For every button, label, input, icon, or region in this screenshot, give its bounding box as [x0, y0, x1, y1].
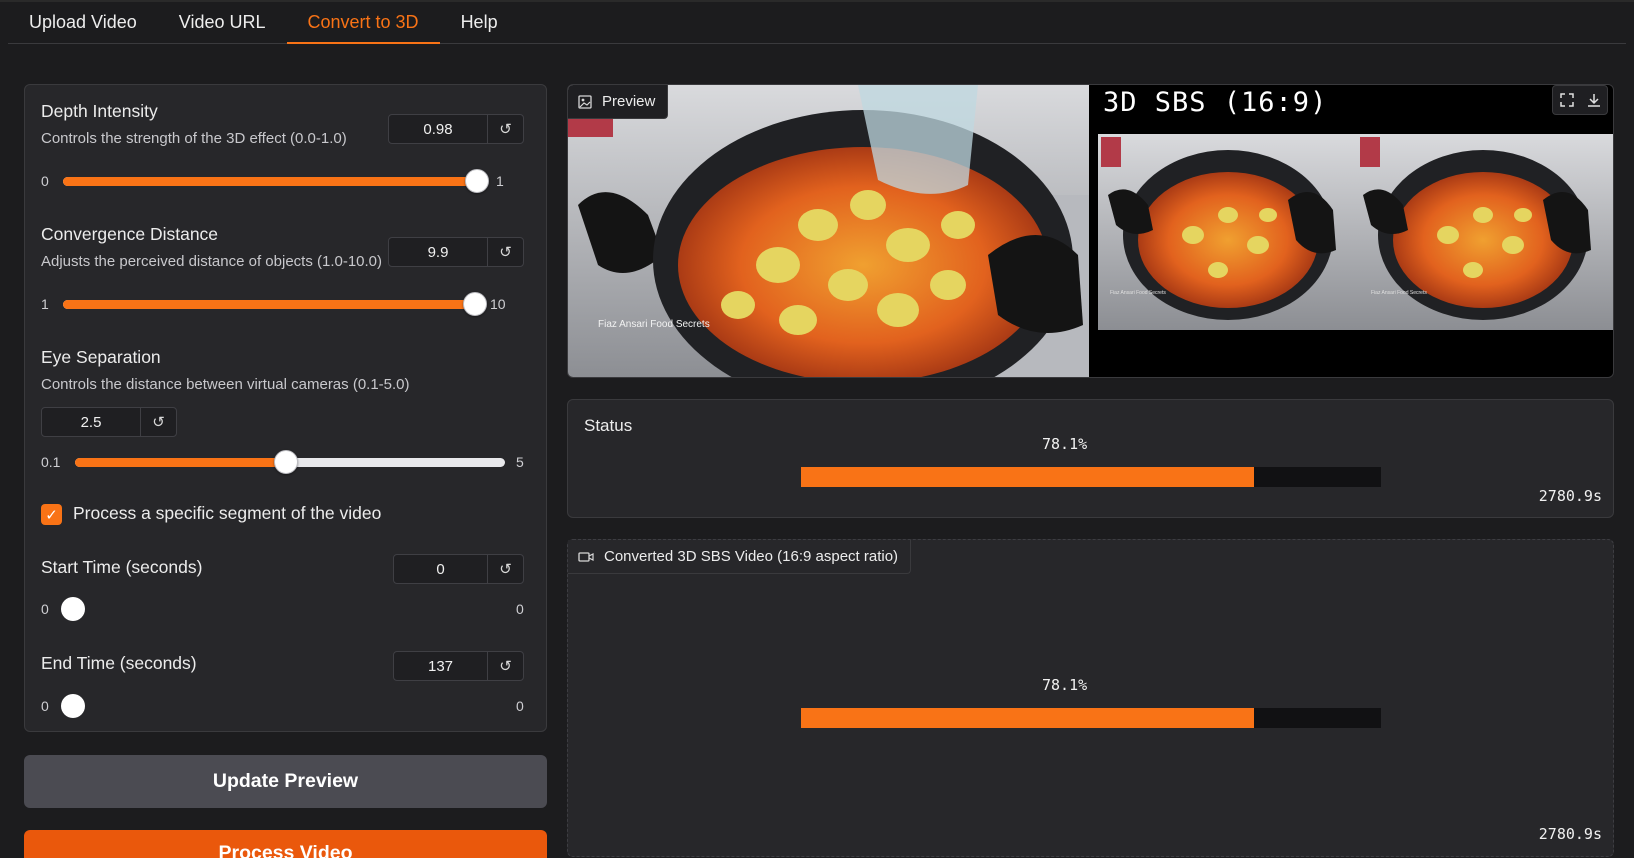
convergence-distance-slider[interactable]	[63, 292, 487, 316]
status-panel: Status 78.1% 2780.9s	[567, 399, 1614, 518]
depth-intensity-value[interactable]: 0.98	[389, 115, 488, 143]
depth-intensity-slider-fill	[63, 177, 477, 186]
video-camera-icon	[578, 551, 594, 562]
start-time-reset-button[interactable]: ↺	[488, 555, 523, 583]
segment-checkbox[interactable]: ✓	[41, 504, 62, 525]
eye-separation-info: Controls the distance between virtual ca…	[41, 376, 410, 393]
eye-separation-slider-thumb[interactable]	[273, 450, 298, 474]
preview-panel: Fiaz Ansari Food Secrets Fiaz Ansari Foo…	[567, 84, 1614, 378]
depth-intensity-label: Depth Intensity	[41, 101, 158, 121]
video-progress-bar	[801, 708, 1381, 728]
sbs-left-watermark: Fiaz Ansari Food Secrets	[1110, 290, 1166, 296]
preview-label: Preview	[568, 85, 669, 119]
sbs-left-eye: Fiaz Ansari Food Secrets	[1098, 134, 1357, 330]
status-progress-bar	[801, 467, 1381, 487]
start-time-max: 0	[516, 601, 524, 617]
convergence-distance-slider-thumb[interactable]	[462, 292, 487, 316]
end-time-slider-thumb[interactable]	[61, 694, 85, 718]
update-preview-button[interactable]: Update Preview	[24, 755, 547, 808]
start-time-input[interactable]: 0 ↺	[393, 554, 524, 584]
image-icon	[578, 94, 592, 109]
eye-separation-reset-button[interactable]: ↺	[141, 408, 176, 436]
video-progress-fill	[801, 708, 1254, 728]
tab-upload-video[interactable]: Upload Video	[8, 2, 158, 43]
convergence-distance-info: Adjusts the perceived distance of object…	[41, 253, 383, 270]
depth-intensity-reset-button[interactable]: ↺	[488, 115, 523, 143]
status-elapsed: 2780.9s	[1538, 487, 1602, 505]
eye-separation-max: 5	[516, 454, 524, 470]
convergence-distance-input[interactable]: 9.9 ↺	[388, 237, 524, 267]
depth-intensity-max: 1	[496, 173, 504, 189]
depth-intensity-min: 0	[41, 173, 49, 189]
start-time-slider-thumb[interactable]	[61, 597, 85, 621]
status-label: Status	[584, 416, 633, 435]
preview-image: Fiaz Ansari Food Secrets Fiaz Ansari Foo…	[568, 85, 1613, 377]
preview-actions	[1552, 85, 1608, 115]
app-window: Upload Video Video URL Convert to 3D Hel…	[0, 0, 1634, 858]
sbs-right-eye: Fiaz Ansari Food Secrets	[1357, 134, 1613, 330]
convergence-distance-min: 1	[41, 296, 49, 312]
start-time-label: Start Time (seconds)	[41, 557, 203, 577]
end-time-reset-button[interactable]: ↺	[488, 652, 523, 680]
tab-video-url[interactable]: Video URL	[158, 2, 287, 43]
eye-separation-label: Eye Separation	[41, 347, 161, 367]
settings-panel: Depth Intensity Controls the strength of…	[24, 84, 547, 732]
tab-bar: Upload Video Video URL Convert to 3D Hel…	[8, 2, 1626, 44]
start-time-min: 0	[41, 601, 49, 617]
depth-intensity-slider-thumb[interactable]	[464, 169, 489, 193]
end-time-max: 0	[516, 698, 524, 714]
eye-separation-slider-fill	[75, 458, 286, 467]
end-time-value[interactable]: 137	[394, 652, 488, 680]
preview-label-text: Preview	[602, 93, 656, 110]
end-time-label: End Time (seconds)	[41, 653, 197, 673]
convergence-distance-label: Convergence Distance	[41, 224, 219, 244]
depth-intensity-slider[interactable]	[63, 169, 489, 193]
sbs-right-watermark: Fiaz Ansari Food Secrets	[1371, 290, 1427, 296]
convergence-distance-slider-fill	[63, 300, 475, 309]
depth-intensity-info: Controls the strength of the 3D effect (…	[41, 130, 347, 147]
convergence-distance-max: 10	[490, 296, 506, 312]
tab-help[interactable]: Help	[440, 2, 519, 43]
fullscreen-icon[interactable]	[1559, 92, 1575, 108]
converted-video-panel: Converted 3D SBS Video (16:9 aspect rati…	[567, 539, 1614, 857]
video-elapsed: 2780.9s	[1538, 825, 1602, 843]
eye-separation-slider[interactable]	[75, 450, 505, 474]
eye-separation-value[interactable]: 2.5	[42, 408, 141, 436]
start-time-value[interactable]: 0	[394, 555, 488, 583]
process-video-button[interactable]: Process Video	[24, 830, 547, 858]
eye-separation-min: 0.1	[41, 454, 61, 470]
depth-intensity-input[interactable]: 0.98 ↺	[388, 114, 524, 144]
converted-video-label-text: Converted 3D SBS Video (16:9 aspect rati…	[604, 548, 899, 565]
converted-video-label: Converted 3D SBS Video (16:9 aspect rati…	[568, 540, 912, 574]
video-percent: 78.1%	[1042, 676, 1088, 694]
convergence-distance-value[interactable]: 9.9	[389, 238, 488, 266]
end-time-min: 0	[41, 698, 49, 714]
download-icon[interactable]	[1586, 92, 1602, 108]
status-progress-fill	[801, 467, 1254, 487]
convergence-distance-reset-button[interactable]: ↺	[488, 238, 523, 266]
status-percent: 78.1%	[1042, 435, 1088, 453]
tab-convert-to-3d[interactable]: Convert to 3D	[286, 2, 440, 44]
sbs-title: 3D SBS (16:9)	[1103, 87, 1328, 118]
eye-separation-input[interactable]: 2.5 ↺	[41, 407, 177, 437]
end-time-input[interactable]: 137 ↺	[393, 651, 524, 681]
segment-checkbox-label: Process a specific segment of the video	[73, 503, 382, 523]
preview-watermark: Fiaz Ansari Food Secrets	[598, 319, 710, 330]
